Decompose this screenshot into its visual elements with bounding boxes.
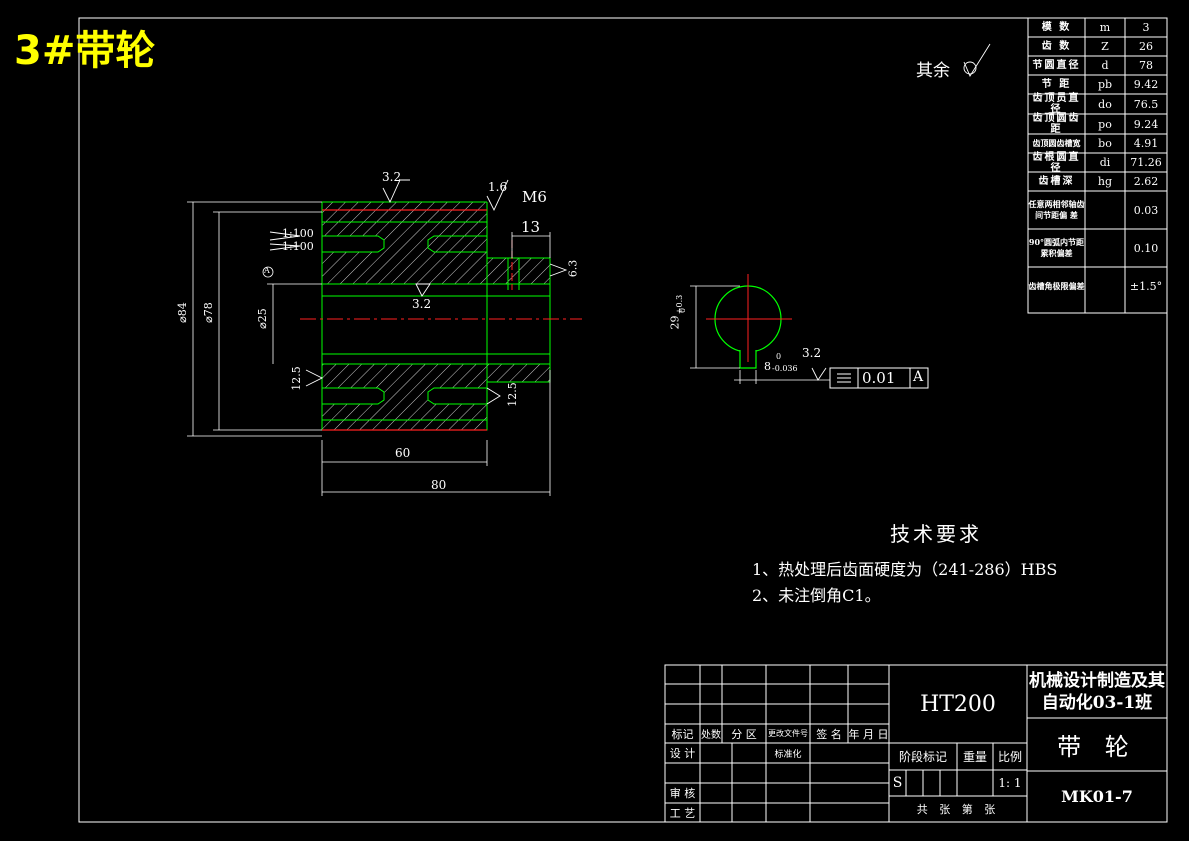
gear-table-name: 齿槽角极限偏差 [1028,281,1085,291]
dim-29-tol-low: 0 [678,307,688,314]
roughness-12-5-left: 12.5 [289,366,303,391]
tb-qianming: 签 名 [816,727,842,741]
dim-8-tol-up: 0 [776,352,782,361]
gear-table-symbol [1085,267,1125,306]
tb-sheji: 设 计 [669,747,696,760]
gear-table-value: ±1.5° [1129,280,1163,293]
gear-table-name: 齿顶圆齿槽宽 [1032,138,1081,148]
gear-table-name: 节 距 [1041,79,1072,90]
tb-bili: 比例 [997,750,1022,764]
tolerance-datum: A [913,369,924,385]
dim-d78: ⌀78 [201,302,215,323]
tech-req-title: 技术要求 [890,522,982,546]
roughness-6-3: 6.3 [566,259,580,278]
gear-table-name: 节圆直径 [1032,60,1081,71]
dim-8: 8 [764,360,771,373]
gear-table-name: 齿槽深 [1038,176,1075,187]
roughness-mid: 3.2 [412,297,432,311]
gear-table-symbol [1085,229,1125,267]
tb-s: S [892,775,903,791]
tb-gongyi: 工 艺 [669,806,696,820]
thread-label: M6 [522,188,547,206]
gear-table-name: 任意两相邻轴齿间节距偏 差 [1028,199,1085,220]
tb-biaoji: 标记 [671,727,694,741]
gear-table-name: 齿顶员直径 [1032,93,1081,115]
gear-table-value: 4.91 [1133,137,1159,150]
gear-table-value: 0.03 [1133,203,1159,217]
tech-req-item-2: 2、未注倒角C1。 [752,586,881,605]
tb-nianyueri: 年 月 日 [848,727,889,741]
roughness-1-6: 1.6 [488,180,508,194]
dim-8-tol-low: -0.036 [772,364,798,373]
gear-table-value: 71.26 [1130,156,1162,169]
gear-table-symbol [1085,191,1125,229]
datum-a-label: A [264,266,270,275]
gear-table-name: 齿根圆直径 [1032,151,1081,174]
dim-13: 13 [521,218,541,236]
gear-table-symbol: hg [1097,175,1113,188]
roughness-12-5-right: 12.5 [505,382,519,407]
gear-table-name: 齿 数 [1041,41,1072,52]
gear-table-symbol: m [1099,21,1111,34]
gear-table-symbol: do [1098,97,1112,111]
tolerance-value: 0.01 [862,369,896,387]
tb-gengai: 更改文件号 [768,729,808,738]
tech-req-item-1: 1、热处理后齿面硬度为（241-286）HBS [752,560,1058,579]
gear-table-symbol: pb [1097,78,1113,91]
dim-d84: ⌀84 [175,302,189,323]
school-label: 机械设计制造及其自动化03-1班 [1029,671,1165,713]
drawing-number: MK01-7 [1061,787,1133,806]
gear-table-symbol: Z [1101,40,1109,53]
gear-table-value: 3 [1142,21,1150,34]
taper-label-1: 1:100 [282,227,314,240]
gear-table-symbol: po [1098,117,1112,131]
dim-d25: ⌀25 [255,308,269,329]
gear-table-value: 0.10 [1133,241,1159,255]
material-label: HT200 [920,691,996,717]
taper-label-2: 1:100 [282,240,314,253]
gear-table-value: 2.62 [1133,175,1159,188]
pulley-section-view [187,43,991,496]
tb-chushu: 处数 [701,730,721,741]
roughness-top: 3.2 [382,170,402,184]
gear-table-name: 90°圆弧内节距累积偏差 [1028,237,1085,258]
gear-table-value: 78 [1139,59,1153,72]
keyhole-roughness: 3.2 [802,346,822,360]
dim-80: 80 [431,478,447,492]
tb-fenqu: 分 区 [731,727,757,741]
tb-zhongliang: 重量 [962,750,987,764]
tb-shenhe: 审 核 [669,787,696,800]
tb-jieduan: 阶段标记 [898,750,947,764]
gear-table-value: 9.24 [1133,117,1159,131]
tb-gong-zhang: 共 张 第 张 [916,803,1000,816]
gear-table-symbol: di [1099,156,1111,169]
gear-table-symbol: d [1101,59,1109,72]
sheet-title: 3#带轮 [14,28,156,74]
dim-60: 60 [395,446,411,460]
part-name: 带 轮 [1057,733,1137,761]
dim-29: 29 [668,315,682,330]
gear-table-name: 模 数 [1041,22,1072,33]
tb-biaozhunhua: 标准化 [774,749,802,760]
gear-table-value: 76.5 [1133,97,1159,111]
gear-table-name: 齿顶圆齿距 [1032,113,1081,135]
gear-table-symbol: bo [1098,137,1112,150]
roughness-other-label: 其余 [916,61,950,81]
gear-table-value: 9.42 [1133,78,1159,91]
gear-table-value: 26 [1139,40,1153,53]
tb-scale: 1: 1 [998,776,1022,790]
